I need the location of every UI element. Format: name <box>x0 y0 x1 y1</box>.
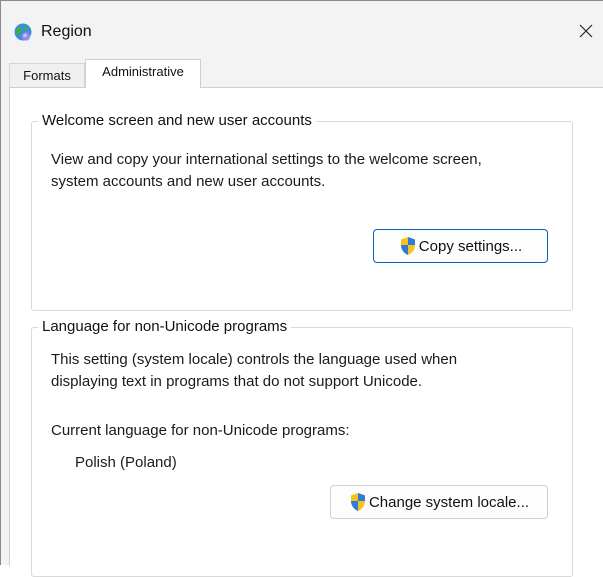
welcome-desc-line-2: system accounts and new user accounts. <box>51 173 326 190</box>
window-title: Region <box>41 23 92 40</box>
non-unicode-group: Language for non-Unicode programs This s… <box>31 317 573 577</box>
region-dialog: Region Formats Administrative Welcome sc… <box>0 0 603 577</box>
non-unicode-group-title: Language for non-Unicode programs <box>38 317 292 337</box>
non-unicode-group-description: This setting (system locale) controls th… <box>51 349 551 393</box>
administrative-panel: Welcome screen and new user accounts Vie… <box>9 87 603 577</box>
close-button[interactable] <box>569 12 603 50</box>
welcome-group-description: View and copy your international setting… <box>51 149 551 193</box>
copy-settings-label: Copy settings... <box>418 237 523 255</box>
current-language-value: Polish (Poland) <box>75 454 177 471</box>
uac-shield-icon <box>399 236 417 256</box>
close-icon <box>579 24 593 38</box>
globe-region-icon <box>13 22 33 42</box>
welcome-screen-group: Welcome screen and new user accounts Vie… <box>31 111 573 311</box>
tab-formats[interactable]: Formats <box>9 63 85 87</box>
change-system-locale-label: Change system locale... <box>368 493 530 511</box>
uac-shield-icon <box>349 492 367 512</box>
current-language-label: Current language for non-Unicode program… <box>51 422 350 439</box>
tab-administrative[interactable]: Administrative <box>85 59 201 88</box>
locale-desc-line-2: displaying text in programs that do not … <box>51 373 423 390</box>
change-system-locale-button[interactable]: Change system locale... <box>330 485 548 519</box>
welcome-group-title: Welcome screen and new user accounts <box>38 111 316 131</box>
welcome-desc-line-1: View and copy your international setting… <box>51 151 482 168</box>
title-bar: Region <box>1 1 603 61</box>
locale-desc-line-1: This setting (system locale) controls th… <box>51 351 458 368</box>
copy-settings-button[interactable]: Copy settings... <box>373 229 548 263</box>
